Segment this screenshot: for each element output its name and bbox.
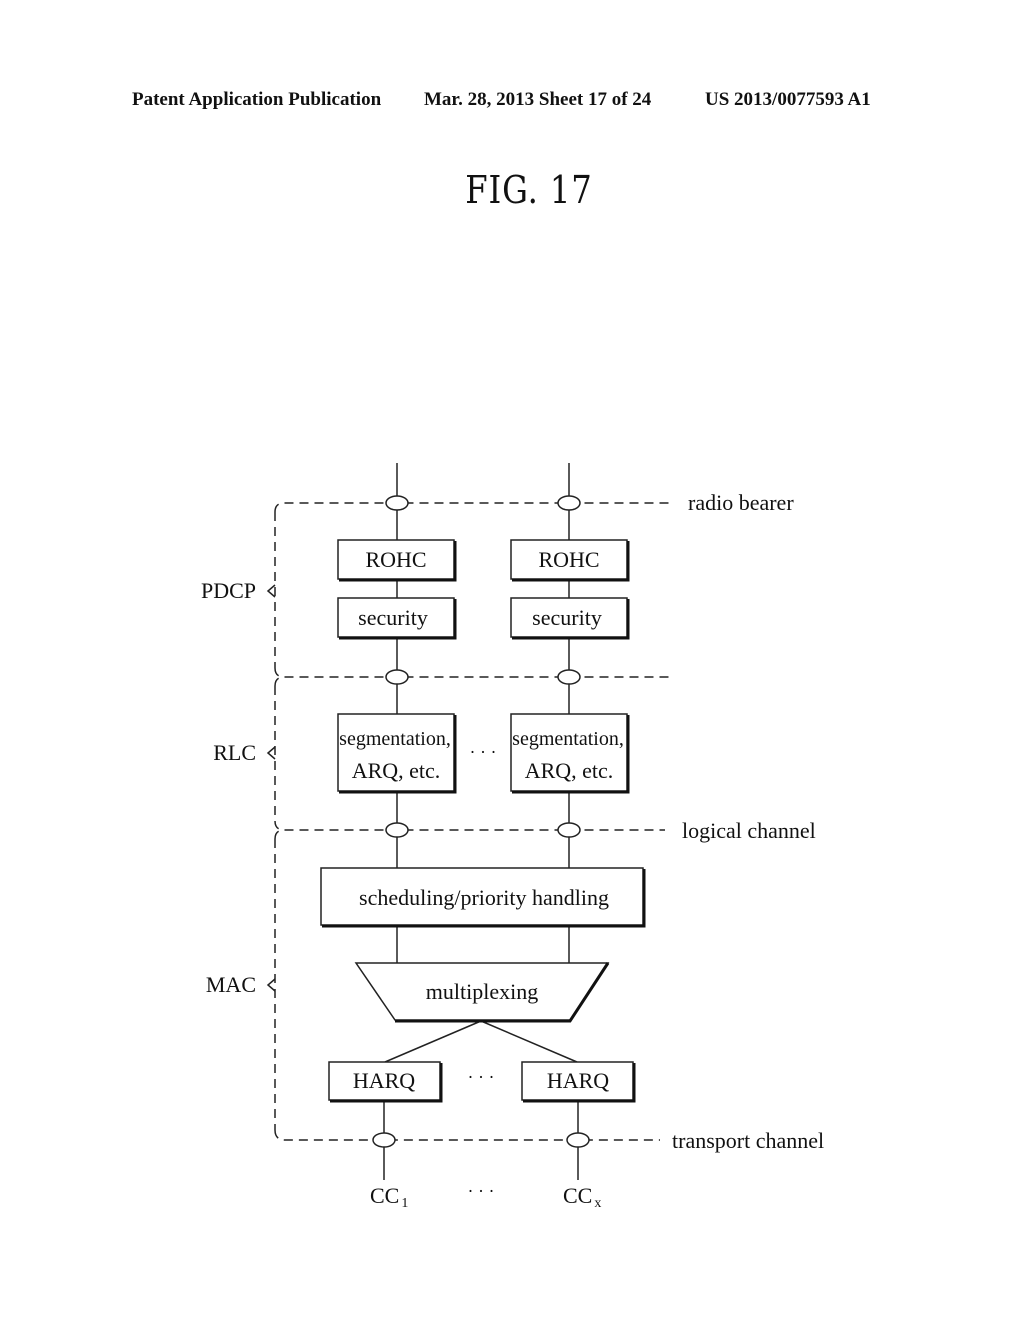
mac-top-boundary xyxy=(274,829,285,840)
radio-bearer-label: radio bearer xyxy=(688,490,794,515)
security-label-left: security xyxy=(358,605,428,630)
logical-channel-label: logical channel xyxy=(682,818,816,843)
cc-first-subscript: 1 xyxy=(401,1196,408,1211)
cc-last-label: CC x xyxy=(563,1183,601,1211)
mac-layer-label: MAC xyxy=(206,972,256,997)
rlc-layer-label: RLC xyxy=(213,740,256,765)
mux-to-harq-right xyxy=(480,1020,578,1063)
segmentation-label-left-1: segmentation, xyxy=(339,728,451,750)
radio-bearer-boundary xyxy=(274,502,670,513)
security-label-right: security xyxy=(532,605,602,630)
segmentation-label-right-1: segmentation, xyxy=(512,728,624,750)
cc-first-label: CC 1 xyxy=(370,1183,408,1211)
segmentation-label-right-2: ARQ, etc. xyxy=(525,758,614,783)
radio-bearer-node-left xyxy=(385,495,409,511)
rlc-brace-tip xyxy=(266,746,276,760)
cc-ellipsis: · · · xyxy=(468,1181,495,1201)
pdcp-rlc-node-left xyxy=(385,669,409,685)
mac-brace-tip xyxy=(266,978,276,992)
cc-last-subscript: x xyxy=(594,1196,601,1211)
harq-label-left: HARQ xyxy=(353,1068,415,1093)
transport-channel-label: transport channel xyxy=(672,1128,824,1153)
rlc-top-boundary xyxy=(274,676,285,687)
rlc-ellipsis: · · · xyxy=(470,742,497,762)
pdcp-layer-label: PDCP xyxy=(201,578,256,603)
scheduling-label: scheduling/priority handling xyxy=(359,885,609,910)
transport-channel-node-right xyxy=(566,1132,590,1148)
logical-channel-node-left xyxy=(385,822,409,838)
rohc-label-right: ROHC xyxy=(538,547,599,572)
pdcp-brace-tip xyxy=(266,584,276,598)
transport-channel-node-left xyxy=(372,1132,396,1148)
harq-label-right: HARQ xyxy=(547,1068,609,1093)
protocol-stack-diagram: ROHC ROHC security security segmentation… xyxy=(201,463,824,1211)
multiplexing-label: multiplexing xyxy=(426,979,538,1004)
rohc-label-left: ROHC xyxy=(365,547,426,572)
mux-to-harq-left xyxy=(384,1020,482,1063)
pdcp-rlc-node-right xyxy=(557,669,581,685)
radio-bearer-node-right xyxy=(557,495,581,511)
segmentation-label-left-2: ARQ, etc. xyxy=(352,758,441,783)
logical-channel-boundary xyxy=(274,820,665,831)
transport-channel-boundary xyxy=(274,1129,660,1141)
logical-channel-node-right xyxy=(557,822,581,838)
pdcp-rlc-boundary xyxy=(274,667,670,678)
harq-ellipsis: · · · xyxy=(468,1067,495,1087)
